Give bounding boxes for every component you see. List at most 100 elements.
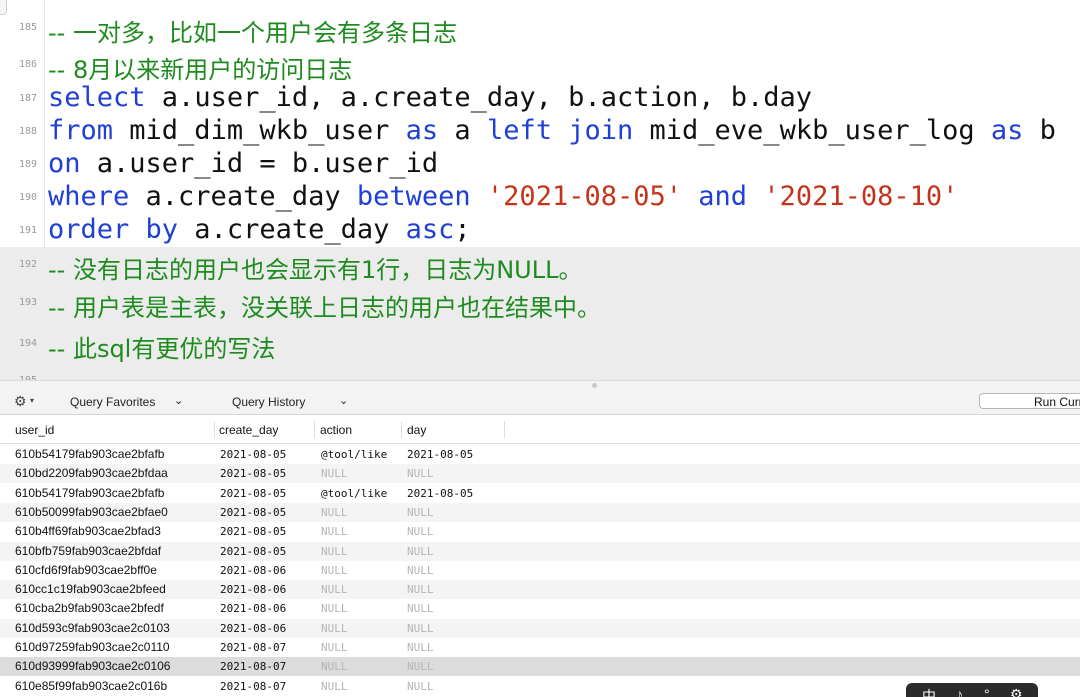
cell-user-id[interactable]: 610b54179fab903cae2bfafb [15,486,164,500]
editor-line[interactable]: 195 [0,366,1080,380]
table-row[interactable]: 610d97259fab903cae2c0110 2021-08-07 NULL NU… [0,638,1080,657]
cell-action[interactable]: NULL [321,680,348,693]
editor-line[interactable]: 193 -- 用户表是主表，没关联上日志的用户也在结果中。 [0,283,1080,322]
editor-line[interactable]: 189 on a.user_id = b.user_id [0,148,1080,181]
results-table[interactable]: user_id create_day action day 610b54179f… [0,415,1080,697]
table-row[interactable]: 610d593c9fab903cae2c0103 2021-08-06 NULL NU… [0,618,1080,638]
table-row[interactable]: 610b54179fab903cae2bfafb 2021-08-05 @tool/… [0,445,1080,464]
cell-day[interactable]: NULL [407,602,434,615]
cell-action[interactable]: NULL [321,583,348,596]
cell-day[interactable]: NULL [407,622,434,635]
cell-create-day[interactable]: 2021-08-06 [220,583,286,596]
cell-create-day[interactable]: 2021-08-06 [220,564,286,577]
cell-day[interactable]: 2021-08-05 [407,448,473,461]
table-row[interactable]: 610cc1c19fab903cae2bfeed 2021-08-06 NULL NU… [0,580,1080,600]
cell-action[interactable]: NULL [321,622,348,635]
cell-user-id[interactable]: 610cc1c19fab903cae2bfeed [15,582,166,596]
cell-user-id[interactable]: 610d97259fab903cae2c0110 [15,640,170,654]
cell-action[interactable]: NULL [321,467,348,480]
cell-create-day[interactable]: 2021-08-05 [220,506,286,519]
table-row[interactable]: 610bfb759fab903cae2bfdaf 2021-08-05 NULL NU… [0,541,1080,561]
cell-create-day[interactable]: 2021-08-07 [220,641,286,654]
ime-degree-icon[interactable]: ° [984,686,990,697]
editor-line[interactable]: 191 order by a.create_day asc; [0,214,1080,247]
table-row[interactable]: 610b4ff69fab903cae2bfad3 2021-08-05 NULL NU… [0,522,1080,541]
ime-gear-icon[interactable]: ⚙ [1010,686,1023,697]
editor-line[interactable]: 187 select a.user_id, a.create_day, b.act… [0,82,1080,115]
splitter-handle-icon[interactable] [592,383,597,388]
sql-keyword: join [568,114,634,146]
cell-day[interactable]: NULL [407,583,434,596]
cell-create-day[interactable]: 2021-08-05 [220,467,286,480]
editor-line[interactable]: 190 where a.create_day between '2021-08-0… [0,181,1080,214]
column-header-action[interactable]: action [320,423,352,437]
cell-day[interactable]: NULL [407,564,434,577]
cell-action[interactable]: NULL [321,525,348,538]
cell-user-id[interactable]: 610bfb759fab903cae2bfdaf [15,544,161,558]
chevron-down-icon[interactable]: ⌄ [174,394,183,407]
table-row[interactable]: 610bd2209fab903cae2bfdaa 2021-08-05 NULL NU… [0,464,1080,484]
cell-user-id[interactable]: 610cfd6f9fab903cae2bff0e [15,563,157,577]
cell-create-day[interactable]: 2021-08-06 [220,622,286,635]
cell-action[interactable]: NULL [321,564,348,577]
editor-line[interactable]: 194 -- 此sql有更优的写法 [0,322,1080,366]
cell-create-day[interactable]: 2021-08-07 [220,680,286,693]
cell-create-day[interactable]: 2021-08-06 [220,602,286,615]
sql-token: mid_eve_wkb_user_log [633,114,991,146]
cell-create-day[interactable]: 2021-08-05 [220,448,286,461]
table-row[interactable]: 610b50099fab903cae2bfae0 2021-08-05 NULL NU… [0,502,1080,522]
ime-chinese-icon[interactable]: 中 [922,686,936,697]
chevron-down-icon[interactable]: ⌄ [339,394,348,407]
column-separator[interactable] [504,421,505,438]
input-method-indicator[interactable]: 中 ♪ ° ⚙ [906,683,1038,697]
column-separator[interactable] [214,421,215,438]
table-row[interactable]: 610b54179fab903cae2bfafb 2021-08-05 @tool/… [0,484,1080,503]
query-history-button[interactable]: Query History [232,395,305,409]
cell-action[interactable]: @tool/like [321,487,387,500]
cell-user-id[interactable]: 610e85f99fab903cae2c016b [15,679,167,693]
editor-line[interactable]: 192 -- 没有日志的用户也会显示有1行，日志为NULL。 [0,247,1080,284]
cell-create-day[interactable]: 2021-08-05 [220,487,286,500]
cell-create-day[interactable]: 2021-08-07 [220,660,286,673]
cell-day[interactable]: NULL [407,660,434,673]
editor-line[interactable]: 186 -- 8月以来新用户的访问日志 [0,47,1080,84]
cell-action[interactable]: NULL [321,506,348,519]
column-header-create-day[interactable]: create_day [219,423,278,437]
table-row[interactable]: 610d93999fab903cae2c0106 2021-08-07 NULL NU… [0,657,1080,677]
column-header-day[interactable]: day [407,423,426,437]
cell-day[interactable]: NULL [407,525,434,538]
cell-day[interactable]: NULL [407,641,434,654]
run-current-button[interactable]: Run Current [979,393,1080,409]
column-separator[interactable] [401,421,402,438]
cell-action[interactable]: @tool/like [321,448,387,461]
cell-user-id[interactable]: 610d93999fab903cae2c0106 [15,659,170,673]
query-favorites-button[interactable]: Query Favorites [70,395,155,409]
table-row[interactable]: 610cfd6f9fab903cae2bff0e 2021-08-06 NULL NU… [0,561,1080,580]
table-row[interactable]: 610cba2b9fab903cae2bfedf 2021-08-06 NULL NU… [0,599,1080,618]
sql-editor[interactable]: 185 -- 一对多，比如一个用户会有多条日志 186 -- 8月以来新用户的访问日志… [0,0,1080,380]
cell-day[interactable]: NULL [407,545,434,558]
cell-user-id[interactable]: 610bd2209fab903cae2bfdaa [15,466,168,480]
editor-line[interactable]: 188 from mid_dim_wkb_user as a left join … [0,115,1080,148]
cell-action[interactable]: NULL [321,545,348,558]
cell-day[interactable]: NULL [407,467,434,480]
column-header-user-id[interactable]: user_id [15,423,54,437]
cell-user-id[interactable]: 610d593c9fab903cae2c0103 [15,621,170,635]
cell-create-day[interactable]: 2021-08-05 [220,545,286,558]
cell-action[interactable]: NULL [321,641,348,654]
cell-day[interactable]: NULL [407,680,434,693]
ime-music-icon[interactable]: ♪ [956,686,963,697]
gear-icon[interactable]: ⚙ [14,393,27,410]
cell-day[interactable]: 2021-08-05 [407,487,473,500]
column-separator[interactable] [314,421,315,438]
cell-user-id[interactable]: 610cba2b9fab903cae2bfedf [15,601,164,615]
editor-line[interactable]: 185 -- 一对多，比如一个用户会有多条日志 [0,8,1080,47]
cell-user-id[interactable]: 610b4ff69fab903cae2bfad3 [15,524,161,538]
cell-create-day[interactable]: 2021-08-05 [220,525,286,538]
cell-day[interactable]: NULL [407,506,434,519]
cell-user-id[interactable]: 610b54179fab903cae2bfafb [15,447,164,461]
cell-user-id[interactable]: 610b50099fab903cae2bfae0 [15,505,168,519]
gear-caret-icon[interactable]: ▾ [30,396,34,405]
cell-action[interactable]: NULL [321,660,348,673]
cell-action[interactable]: NULL [321,602,348,615]
